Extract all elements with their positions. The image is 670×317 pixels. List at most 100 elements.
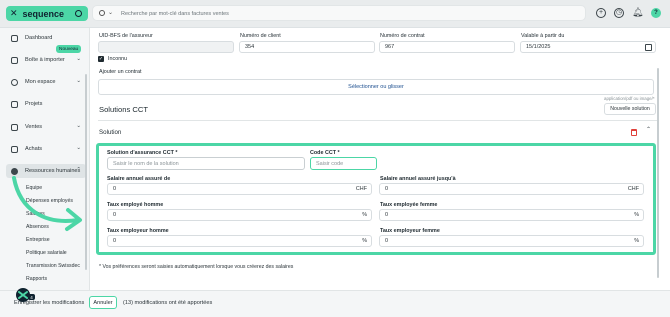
uid-field[interactable] <box>98 41 234 53</box>
sidebar-item-mon-espace[interactable]: Mon espace ⌄ <box>6 75 86 89</box>
contract-number-input[interactable] <box>385 42 514 52</box>
sidebar-item-label: Boîte à importer <box>25 57 65 63</box>
solution-name-input[interactable] <box>113 158 304 169</box>
bell-icon[interactable]: 🔔︎ <box>632 8 643 18</box>
percent-unit: % <box>362 238 367 244</box>
inbox-icon <box>11 56 18 64</box>
solution-name-label: Solution d'assurance CCT * <box>107 150 178 156</box>
cct-code-label: Code CCT * <box>310 150 340 156</box>
top-bar: ✕ sequence ⌄ + ◷ 🔔︎ ? <box>0 0 670 28</box>
client-number-label: Numéro de client <box>240 33 281 39</box>
file-type-hint: application/pdf ou image/* <box>604 96 655 101</box>
valid-from-field[interactable] <box>520 41 656 53</box>
rate-employer-female-field[interactable]: % <box>379 235 644 247</box>
salary-min-label: Salaire annuel assuré de <box>107 176 171 182</box>
rate-employee-female-input[interactable] <box>385 210 643 220</box>
clock-icon[interactable]: ◷ <box>614 8 624 18</box>
rate-employee-female-label: Taux employée femme <box>380 202 438 208</box>
unknown-label: Inconnu <box>108 56 128 62</box>
uid-input[interactable] <box>104 42 233 52</box>
chevron-up-icon[interactable]: ⌃ <box>646 126 651 133</box>
logo-switch-icon[interactable] <box>75 10 82 17</box>
valid-from-input[interactable] <box>526 42 655 52</box>
rate-employer-male-input[interactable] <box>113 236 371 246</box>
lock-icon <box>11 123 18 131</box>
sidebar-item-label: Projets <box>25 101 43 107</box>
add-circle-icon[interactable]: + <box>596 8 606 18</box>
contract-number-field[interactable] <box>379 41 515 53</box>
search-bar[interactable]: ⌄ <box>92 5 586 21</box>
valid-from-label: Valable à partir du <box>521 33 565 39</box>
assistant-icon[interactable]: 4 <box>15 287 35 303</box>
chevron-down-icon[interactable]: ⌄ <box>108 9 113 16</box>
rate-employer-male-field[interactable]: % <box>107 235 372 247</box>
search-icon <box>99 10 105 16</box>
cart-icon <box>11 145 18 153</box>
sidebar-item-boite-a-importer[interactable]: Boîte à importer ⌄ <box>6 53 86 67</box>
cancel-button[interactable]: Annuler <box>89 296 117 309</box>
client-number-field[interactable] <box>239 41 375 53</box>
contract-dropzone[interactable]: Sélectionner ou glisser <box>98 79 654 95</box>
attach-contract-label: Ajouter un contrat <box>99 69 142 75</box>
rate-employer-female-input[interactable] <box>385 236 643 246</box>
bottom-action-bar: Enregistrer les modifications Annuler (1… <box>0 290 670 317</box>
rate-employee-male-input[interactable] <box>113 210 371 220</box>
sidebar-item-label: Ventes <box>25 124 43 130</box>
sequence-logo[interactable]: ✕ sequence <box>6 6 88 21</box>
home-icon <box>11 34 18 42</box>
chevron-down-icon: ⌄ <box>76 78 81 84</box>
check-square-icon <box>11 100 18 108</box>
cct-code-input[interactable] <box>316 158 376 169</box>
rate-employer-female-label: Taux employeur femme <box>380 228 440 234</box>
rate-employee-male-field[interactable]: % <box>107 209 372 221</box>
client-number-input[interactable] <box>245 42 374 52</box>
dropzone-link[interactable]: Sélectionner ou glisser <box>348 84 404 90</box>
salary-max-input[interactable] <box>385 184 643 194</box>
sidebar-subitem-rapports[interactable]: Rapports <box>26 276 47 282</box>
solution-name-field[interactable] <box>107 157 305 170</box>
cct-code-field[interactable] <box>310 157 377 170</box>
chevron-down-icon: ⌄ <box>76 145 81 151</box>
chevron-down-icon: ⌄ <box>76 56 81 62</box>
solution-header: Solution <box>99 129 122 136</box>
sidebar-item-achats[interactable]: Achats ⌄ <box>6 142 86 156</box>
sidebar-item-label: Mon espace <box>25 79 56 85</box>
rate-employer-male-label: Taux employeur homme <box>107 228 169 234</box>
unknown-checkbox[interactable]: ✓ <box>98 56 104 62</box>
new-badge: Nouveau <box>56 45 82 53</box>
salary-min-input[interactable] <box>113 184 371 194</box>
sidebar-item-projets[interactable]: Projets <box>6 97 86 111</box>
salary-max-label: Salaire annuel assuré jusqu'à <box>380 176 456 182</box>
sidebar-item-ventes[interactable]: Ventes ⌄ <box>6 120 86 134</box>
salary-max-field[interactable]: CHF <box>379 183 644 195</box>
preferences-note: * Vos préférences seront saisies automat… <box>99 264 294 270</box>
rate-employee-female-field[interactable]: % <box>379 209 644 221</box>
chevron-down-icon: ⌄ <box>76 123 81 129</box>
sidebar-subitem-politique-salariale[interactable]: Politique salariale <box>26 250 67 256</box>
main-content: UID-BFS de l'assureur Numéro de client N… <box>90 28 670 290</box>
trash-icon[interactable] <box>631 129 637 136</box>
modifications-count: (13) modifications ont été apportées <box>123 300 213 306</box>
sidebar-item-dashboard[interactable]: Dashboard <box>6 31 86 45</box>
percent-unit: % <box>362 212 367 218</box>
sidebar-subitem-transmission-swissdec[interactable]: Transmission Swissdec <box>26 263 80 269</box>
sidebar-item-label: Dashboard <box>25 35 53 41</box>
new-solution-button[interactable]: Nouvelle solution <box>604 103 656 115</box>
rate-employee-male-label: Taux employé homme <box>107 202 164 208</box>
currency-unit: CHF <box>355 186 367 192</box>
percent-unit: % <box>634 238 639 244</box>
salary-min-field[interactable]: CHF <box>107 183 372 195</box>
divider <box>98 120 658 121</box>
section-title: Solutions CCT <box>99 105 148 114</box>
help-icon[interactable]: ? <box>651 8 661 18</box>
calendar-icon[interactable] <box>645 44 652 51</box>
logo-icon: ✕ <box>10 8 18 19</box>
annotation-arrow-icon <box>12 176 82 231</box>
search-input[interactable] <box>121 8 561 19</box>
currency-unit: CHF <box>627 186 639 192</box>
logo-text: sequence <box>22 8 65 19</box>
uid-label: UID-BFS de l'assureur <box>99 33 153 39</box>
percent-unit: % <box>634 212 639 218</box>
user-icon <box>11 78 18 86</box>
main-scrollbar[interactable] <box>657 68 659 278</box>
